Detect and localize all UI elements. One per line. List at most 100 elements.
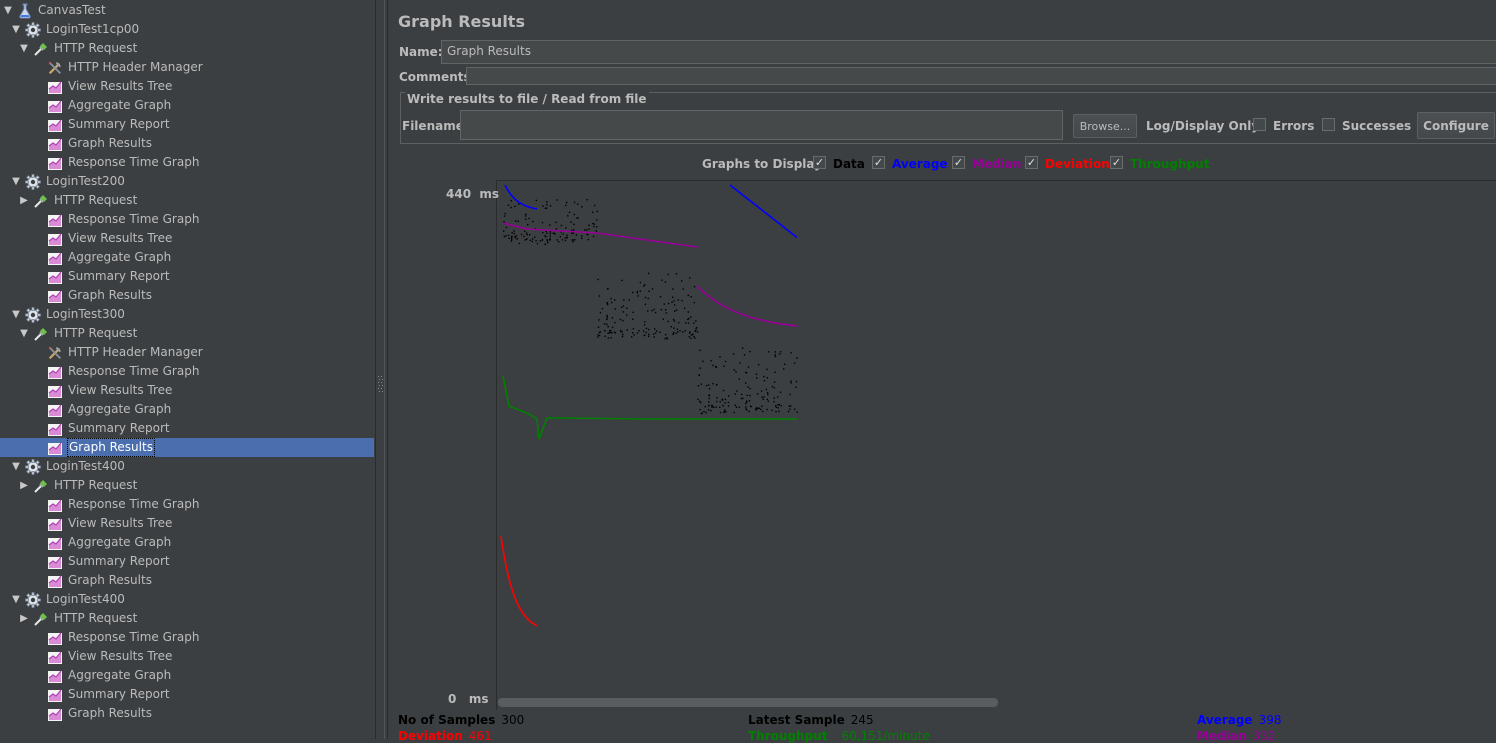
expand-down-icon[interactable]: ▼ xyxy=(10,590,22,609)
tree-node-label: Graph Results xyxy=(68,706,152,720)
tree-node-label: Aggregate Graph xyxy=(68,98,172,112)
tree-node[interactable]: View Results Tree xyxy=(32,229,173,248)
tree-node[interactable]: ▶ HTTP Request xyxy=(18,476,138,495)
tree-node[interactable]: ▼ LoginTest400 xyxy=(10,457,126,476)
tree-node[interactable]: ▼ HTTP Request xyxy=(18,39,138,58)
expand-down-icon[interactable]: ▼ xyxy=(18,324,30,343)
y-axis-min-label: 0 ms xyxy=(448,692,489,706)
tree-node[interactable]: ▼ CanvasTest xyxy=(2,1,107,20)
tree-node[interactable]: Response Time Graph xyxy=(32,210,200,229)
toggle-data-checkbox[interactable]: ✓ xyxy=(813,156,826,169)
tree-node[interactable]: View Results Tree xyxy=(32,647,173,666)
graph-icon xyxy=(47,231,63,247)
graph-icon xyxy=(47,364,63,380)
tree-node[interactable]: Response Time Graph xyxy=(32,628,200,647)
collapse-right-icon[interactable]: ▶ xyxy=(18,476,30,495)
tree-node[interactable]: Response Time Graph xyxy=(32,153,200,172)
graph-icon xyxy=(47,136,63,152)
tree-node[interactable]: View Results Tree xyxy=(32,77,173,96)
tree-node-label: Summary Report xyxy=(68,117,170,131)
tree-node[interactable]: Aggregate Graph xyxy=(32,96,172,115)
tree-node-label: HTTP Request xyxy=(54,41,138,55)
expand-down-icon[interactable]: ▼ xyxy=(18,39,30,58)
tree-node-label: Summary Report xyxy=(68,554,170,568)
tree-node[interactable]: Graph Results xyxy=(32,704,153,723)
gear-icon xyxy=(25,306,41,323)
tree-node-label: HTTP Header Manager xyxy=(68,60,203,74)
tree-node[interactable]: ▼ LoginTest400 xyxy=(10,590,126,609)
filename-field[interactable] xyxy=(460,110,1063,140)
tree-node[interactable]: Response Time Graph xyxy=(32,495,200,514)
tree-node-label: HTTP Request xyxy=(54,611,138,625)
tree-node[interactable]: ▼ HTTP Request xyxy=(18,324,138,343)
expand-down-icon[interactable]: ▼ xyxy=(10,20,22,39)
tree-node[interactable]: Summary Report xyxy=(32,115,171,134)
tree-node[interactable]: Aggregate Graph xyxy=(32,248,172,267)
graph-horizontal-scrollbar[interactable] xyxy=(498,698,998,707)
splitter-grip-icon[interactable] xyxy=(378,376,383,394)
tree-node[interactable]: View Results Tree xyxy=(32,514,173,533)
tree-node[interactable]: ▶ HTTP Request xyxy=(18,609,138,628)
gear-icon xyxy=(25,21,41,38)
splitter[interactable] xyxy=(375,0,385,739)
name-field[interactable]: Graph Results xyxy=(441,40,1496,64)
tree-node[interactable]: HTTP Header Manager xyxy=(32,343,204,362)
tree-node-label: View Results Tree xyxy=(68,383,173,397)
tree-node[interactable]: Aggregate Graph xyxy=(32,666,172,685)
tree-node-label: Graph Results xyxy=(67,438,155,457)
configure-button[interactable]: Configure xyxy=(1417,112,1495,139)
tree-node-label: View Results Tree xyxy=(68,516,173,530)
tree-node[interactable]: Graph Results xyxy=(0,438,374,457)
tree-node[interactable]: ▶ HTTP Request xyxy=(18,191,138,210)
graph-icon xyxy=(47,440,63,456)
expand-down-icon[interactable]: ▼ xyxy=(10,305,22,324)
graph-icon xyxy=(47,155,63,171)
toggle-median-checkbox[interactable]: ✓ xyxy=(952,156,965,169)
toggle-deviation-label: Deviation xyxy=(1045,157,1110,171)
expand-down-icon[interactable]: ▼ xyxy=(10,172,22,191)
tree-node[interactable]: Graph Results xyxy=(32,571,153,590)
tree-node[interactable]: Graph Results xyxy=(32,134,153,153)
tree-node-label: Graph Results xyxy=(68,573,152,587)
jmeter-window: ▼ CanvasTest ▼ LoginTest1cp00 ▼ HTTP Request H… xyxy=(0,0,1496,743)
comments-field[interactable] xyxy=(466,67,1496,85)
data-points-3 xyxy=(697,347,798,415)
samples-stat: No of Samples 300 xyxy=(398,713,525,727)
tree-node-label: Aggregate Graph xyxy=(68,402,172,416)
tree-node[interactable]: Aggregate Graph xyxy=(32,533,172,552)
toggle-average-checkbox[interactable]: ✓ xyxy=(872,156,885,169)
expand-down-icon[interactable]: ▼ xyxy=(2,1,14,20)
pipette-icon xyxy=(33,326,49,342)
test-plan-tree[interactable]: ▼ CanvasTest ▼ LoginTest1cp00 ▼ HTTP Request H… xyxy=(0,0,375,739)
tree-node[interactable]: ▼ LoginTest200 xyxy=(10,172,126,191)
tree-node[interactable]: Graph Results xyxy=(32,286,153,305)
tree-node[interactable]: ▼ LoginTest1cp00 xyxy=(10,20,140,39)
toggle-deviation-checkbox[interactable]: ✓ xyxy=(1025,156,1038,169)
average-line-2 xyxy=(729,184,798,239)
graph-plot xyxy=(500,184,798,627)
collapse-right-icon[interactable]: ▶ xyxy=(18,191,30,210)
expand-down-icon[interactable]: ▼ xyxy=(10,457,22,476)
successes-checkbox[interactable] xyxy=(1322,118,1335,131)
collapse-right-icon[interactable]: ▶ xyxy=(18,609,30,628)
tree-node[interactable]: Summary Report xyxy=(32,685,171,704)
browse-button[interactable]: Browse... xyxy=(1073,114,1137,138)
tree-node[interactable]: Summary Report xyxy=(32,267,171,286)
tree-node[interactable]: Aggregate Graph xyxy=(32,400,172,419)
tree-node[interactable]: Summary Report xyxy=(32,419,171,438)
tree-node[interactable]: ▼ LoginTest300 xyxy=(10,305,126,324)
tree-node[interactable]: HTTP Header Manager xyxy=(32,58,204,77)
graph-icon xyxy=(47,212,63,228)
tree-node[interactable]: View Results Tree xyxy=(32,381,173,400)
errors-label: Errors xyxy=(1273,119,1315,133)
errors-checkbox[interactable] xyxy=(1253,118,1266,131)
tree-node[interactable]: Summary Report xyxy=(32,552,171,571)
tree-node[interactable]: Response Time Graph xyxy=(32,362,200,381)
toggle-throughput-checkbox[interactable]: ✓ xyxy=(1110,156,1123,169)
tree-node-label: HTTP Header Manager xyxy=(68,345,203,359)
